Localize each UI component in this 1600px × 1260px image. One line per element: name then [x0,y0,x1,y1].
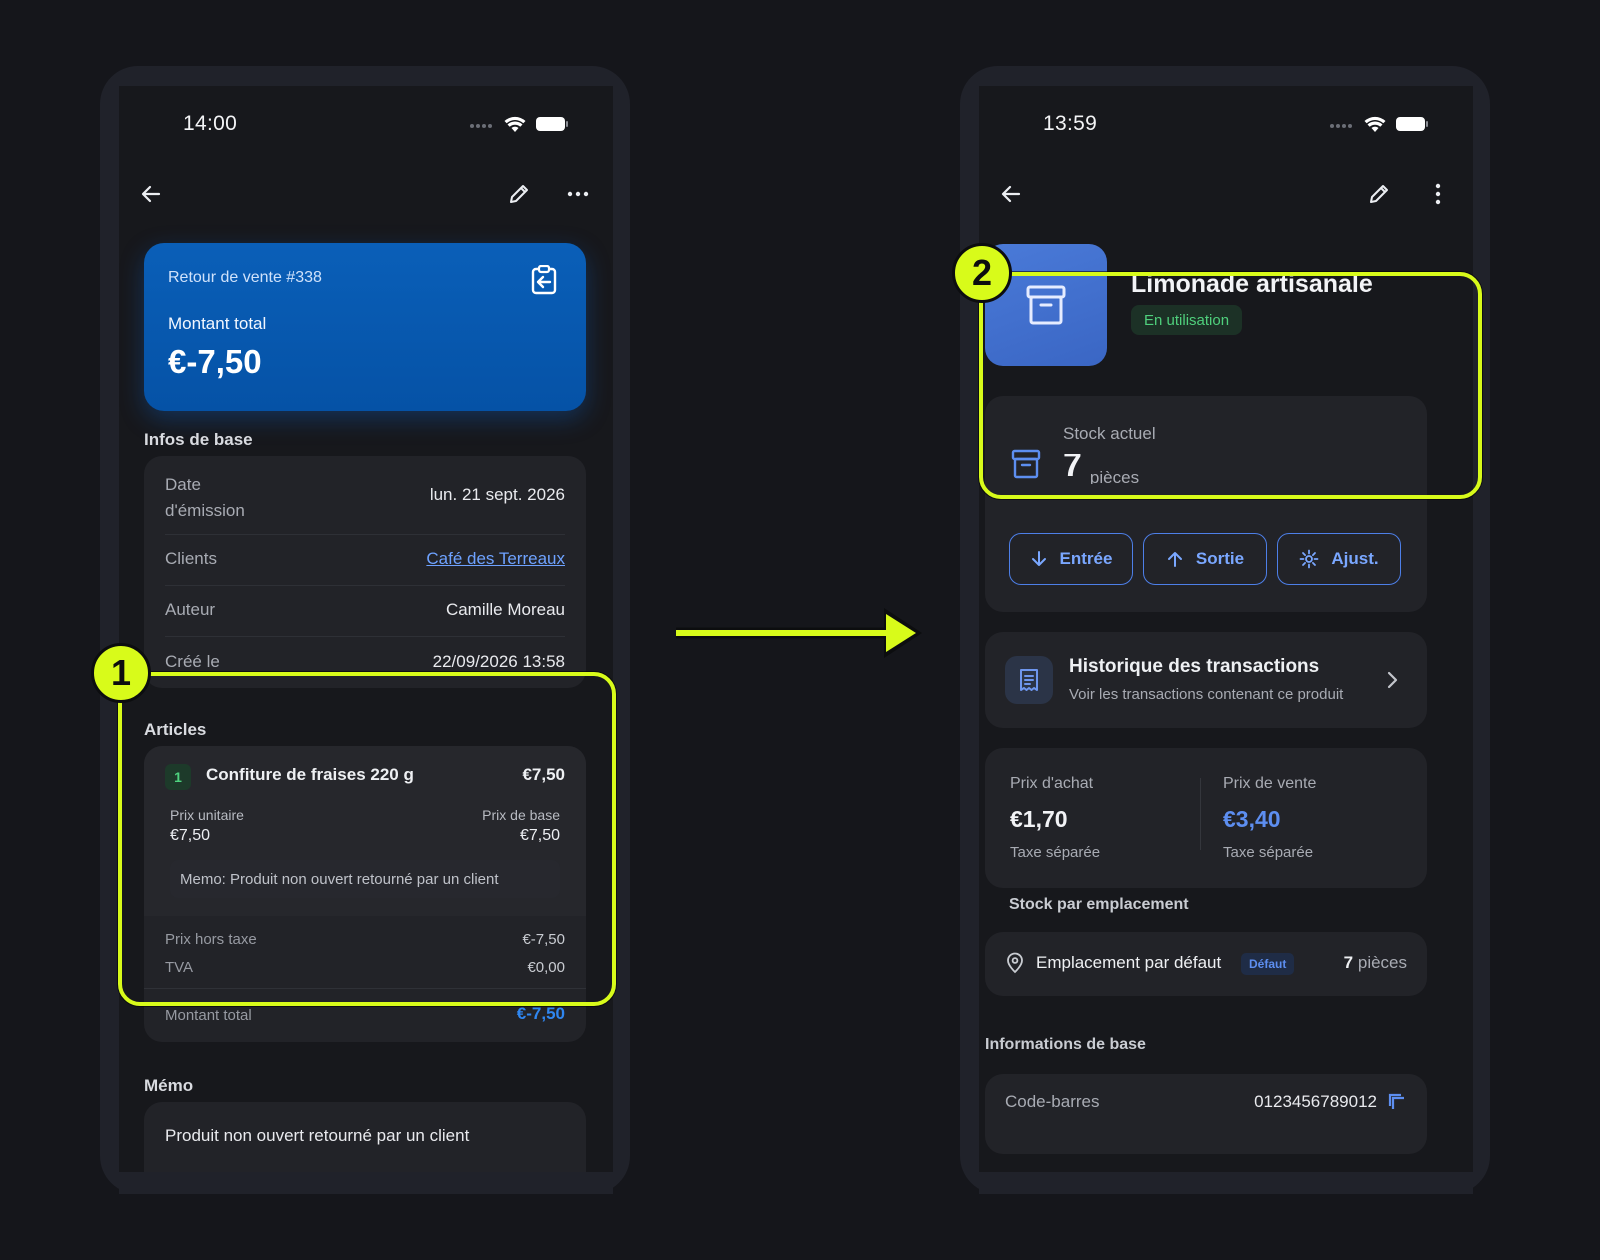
copy-icon[interactable] [1387,1092,1407,1117]
history-subtitle: Voir les transactions contenant ce produ… [1069,686,1344,703]
location-name: Emplacement par défaut [1036,953,1222,972]
adjust-button[interactable]: Ajust. [1277,533,1401,585]
client-link[interactable]: Café des Terreaux [426,549,565,569]
arrow-down-icon [1031,551,1046,566]
screen-bottom-bezel-left [119,1172,613,1194]
status-icons [469,115,569,133]
purchase-price-label: Prix d'achat [1010,775,1094,792]
divider [165,636,565,637]
battery-icon [536,117,568,131]
edit-button[interactable] [501,176,537,212]
more-button[interactable] [1420,176,1456,212]
section-title-memo: Mémo [144,1076,194,1095]
status-time: 14:00 [183,112,238,135]
step-number-1: 1 [91,643,151,703]
created-value: 22/09/2026 13:58 [432,652,565,671]
sale-price-label: Prix de vente [1223,775,1317,792]
return-title: Retour de vente #338 [168,269,322,286]
purchase-price-note: Taxe séparée [1010,844,1101,861]
product-detail-screen: 13:59 Limonade artisanale En utilisation… [979,86,1473,1172]
history-title: Historique des transactions [1069,656,1320,677]
basic-info-card: Code-barres 0123456789012 [985,1074,1427,1154]
highlight-box-1 [118,672,616,1006]
wifi-icon [504,116,526,132]
divider [165,585,565,586]
location-qty-value: 7 [1343,953,1354,972]
more-vertical-icon [1435,183,1441,205]
arrow-up-icon [1167,552,1182,567]
section-title-stock-by-location: Stock par emplacement [1009,896,1189,913]
section-title-basic-info: Informations de base [985,1036,1146,1053]
memo-card: Produit non ouvert retourné par un clien… [144,1102,586,1172]
map-pin-icon [1005,952,1025,979]
edit-button[interactable] [1361,176,1397,212]
sales-return-screen: 14:00 Retour de vente #338 Montant total… [119,86,613,1172]
arrow-left-icon [1001,185,1021,203]
more-button[interactable] [560,176,596,212]
transition-arrow-icon [674,602,930,671]
created-label: Créé le [165,652,220,671]
screen-bottom-bezel-right [979,1172,1473,1194]
sale-price-note: Taxe séparée [1223,844,1314,861]
grand-total-value: €-7,50 [516,1004,565,1023]
location-qty-unit: pièces [1357,953,1407,972]
back-button[interactable] [133,176,169,212]
return-summary-card: Retour de vente #338 Montant total €-7,5… [144,243,586,411]
issue-date-value: lun. 21 sept. 2026 [429,485,565,504]
arrow-left-icon [141,185,161,203]
highlight-box-2 [979,272,1482,499]
divider [1200,778,1201,850]
client-label: Clients [165,549,217,568]
total-amount: €-7,50 [168,343,262,380]
memo-text: Produit non ouvert retourné par un clien… [165,1126,470,1145]
stock-out-button[interactable]: Sortie [1143,533,1267,585]
signal-icon [470,124,492,128]
barcode-label: Code-barres [1005,1092,1100,1111]
stock-in-label: Entrée [1059,549,1113,568]
adjust-label: Ajust. [1331,549,1379,568]
gear-icon [1299,549,1319,569]
chevron-right-icon [1385,670,1399,695]
status-time: 13:59 [1043,112,1098,135]
pencil-icon [510,185,528,203]
divider [165,534,565,535]
purchase-price-value: €1,70 [1010,806,1068,832]
default-tag: Défaut [1241,953,1295,975]
back-button[interactable] [993,176,1029,212]
sale-price-value: €3,40 [1223,806,1281,832]
signal-icon [1330,124,1352,128]
return-clipboard-icon [530,264,558,300]
total-label: Montant total [168,314,267,333]
basic-info-card: Date d'émission lun. 21 sept. 2026 Clien… [144,456,586,688]
receipt-icon [1005,656,1053,704]
status-icons [1329,115,1429,133]
section-title-basic-info: Infos de base [144,430,253,449]
transaction-history-link[interactable]: Historique des transactions Voir les tra… [985,632,1427,728]
grand-total-label: Montant total [165,1007,252,1024]
stock-in-button[interactable]: Entrée [1009,533,1133,585]
location-row[interactable]: Emplacement par défaut Défaut 7 pièces [985,932,1427,996]
battery-icon [1396,117,1428,131]
stock-out-label: Sortie [1195,549,1245,568]
prices-card: Prix d'achat €1,70 Taxe séparée Prix de … [985,748,1427,888]
issue-date-label: Date d'émission [165,475,245,520]
author-value: Camille Moreau [445,600,565,619]
wifi-icon [1364,116,1386,132]
location-quantity: 7 pièces [1344,953,1407,973]
pencil-icon [1370,185,1388,203]
more-horizontal-icon [567,191,589,197]
author-label: Auteur [165,600,216,619]
barcode-value: 0123456789012 [1254,1092,1377,1111]
step-number-2: 2 [952,243,1012,303]
